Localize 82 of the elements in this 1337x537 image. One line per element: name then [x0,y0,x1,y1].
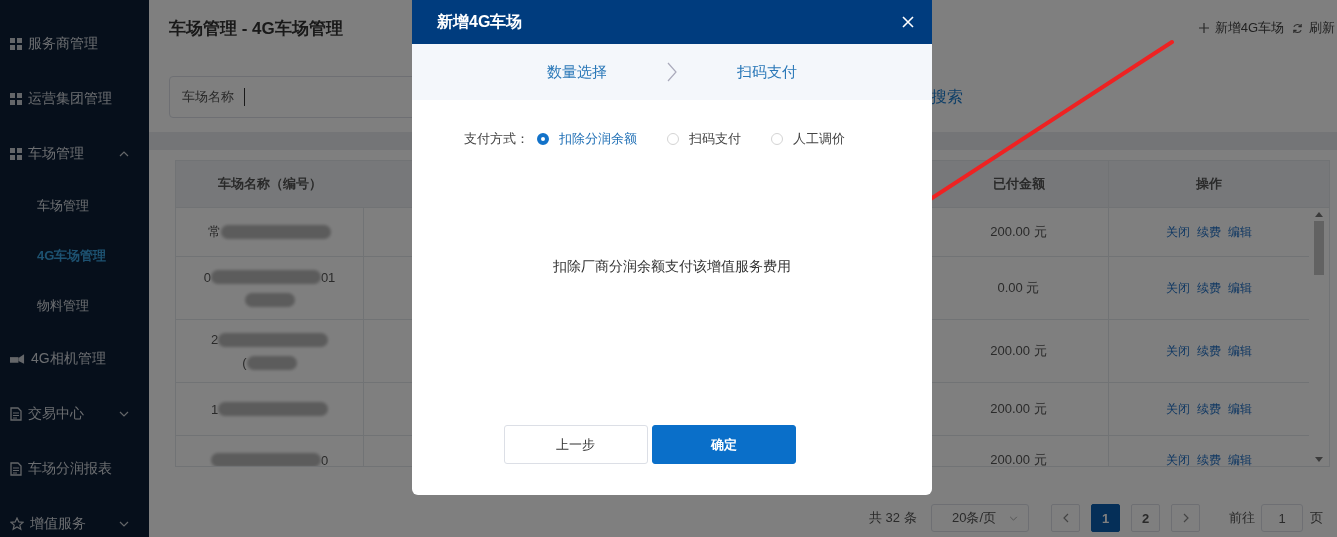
scroll-up-icon [1315,212,1323,217]
table-cell: 常 [208,223,221,241]
grid-icon [10,92,22,105]
sidebar-subitem[interactable]: 4G车场管理 [0,231,149,281]
search-button[interactable]: 搜索 [931,86,963,108]
table-cell: 0 [320,452,329,466]
field-label: 支付方式： [464,130,529,148]
page-title: 车场管理 - 4G车场管理 [169,17,343,40]
sidebar-item[interactable]: 4G相机管理 [0,331,149,386]
plus-icon [1198,23,1209,33]
table-cell: 01 [320,269,336,285]
action-link[interactable]: 续费 [1197,451,1221,466]
confirm-button[interactable]: 确定 [651,425,796,464]
action-link[interactable]: 续费 [1197,223,1221,241]
refresh-button[interactable]: 刷新 [1292,19,1335,37]
table-cell: ( [242,355,247,370]
sidebar-subitem[interactable]: 车场管理 [0,181,149,231]
table-cell: 200.00 元 [990,342,1047,360]
page-suffix: 页 [1310,509,1323,527]
scroll-thumb[interactable] [1314,221,1324,275]
refresh-icon [1292,22,1303,34]
camera-icon [10,352,25,365]
action-link[interactable]: 编辑 [1228,400,1252,418]
action-link[interactable]: 关闭 [1166,400,1190,418]
table-cell: 2 [210,332,219,347]
table-cell: 200.00 元 [990,451,1047,466]
action-link[interactable]: 续费 [1197,400,1221,418]
page-button[interactable]: 1 [1091,504,1120,532]
chevron-down-icon [1009,515,1018,521]
radio-option[interactable]: 人工调价 [771,130,845,148]
add-button[interactable]: 新增4G车场 [1198,19,1284,37]
document-icon [10,461,22,476]
sidebar-item[interactable]: 交易中心 [0,386,149,441]
chevron-right-icon [667,62,677,82]
column-header: 操作 [1195,175,1223,193]
action-link[interactable]: 编辑 [1228,451,1252,466]
grid-icon [10,37,22,50]
action-link[interactable]: 编辑 [1228,223,1252,241]
sidebar-subitem[interactable]: 物料管理 [0,281,149,331]
sidebar-item[interactable]: 车场管理 [0,126,149,181]
chevron-left-icon [1062,513,1069,523]
close-icon[interactable] [902,16,914,28]
star-icon [10,516,24,531]
chevron-down-icon [119,520,129,527]
page-input[interactable]: 1 [1261,504,1303,532]
radio-option[interactable]: 扫码支付 [667,130,741,148]
action-link[interactable]: 关闭 [1166,342,1190,360]
step-label: 扫码支付 [737,62,797,82]
action-link[interactable]: 关闭 [1166,279,1190,297]
sidebar-item[interactable]: 增值服务 [0,496,149,537]
grid-icon [10,147,22,160]
radio-option[interactable]: 扣除分润余额 [537,130,637,148]
back-button[interactable]: 上一步 [503,425,648,464]
step-label: 数量选择 [547,62,607,82]
column-header: 车场名称（编号） [217,175,323,193]
table-cell: 1 [210,401,219,417]
previous-page-button[interactable] [1051,504,1080,532]
goto-label: 前往 [1229,509,1255,527]
next-page-button[interactable] [1171,504,1200,532]
action-link[interactable]: 编辑 [1228,342,1252,360]
chevron-right-icon [1182,513,1189,523]
sidebar-item[interactable]: 运营集团管理 [0,71,149,126]
page-size-select[interactable]: 20条/页 [931,504,1029,532]
table-cell: 0.00 元 [997,279,1040,297]
total-count: 共 32 条 [869,509,918,527]
action-link[interactable]: 续费 [1197,279,1221,297]
sidebar-item[interactable]: 服务商管理 [0,16,149,71]
dialog-message: 扣除厂商分润余额支付该增值服务费用 [552,258,792,276]
chevron-down-icon [119,410,129,417]
table-cell: 200.00 元 [990,223,1047,241]
table-cell: 200.00 元 [990,400,1047,418]
action-link[interactable]: 续费 [1197,342,1221,360]
action-link[interactable]: 编辑 [1228,279,1252,297]
sidebar-item[interactable]: 车场分润报表 [0,441,149,496]
page-button[interactable]: 2 [1131,504,1160,532]
table-cell: 0 [203,269,211,285]
action-link[interactable]: 关闭 [1166,451,1190,466]
document-icon [10,406,22,421]
chevron-up-icon [119,150,129,157]
action-link[interactable]: 关闭 [1166,223,1190,241]
dialog-title: 新增4G车场 [437,11,523,32]
scroll-down-icon [1315,457,1323,462]
